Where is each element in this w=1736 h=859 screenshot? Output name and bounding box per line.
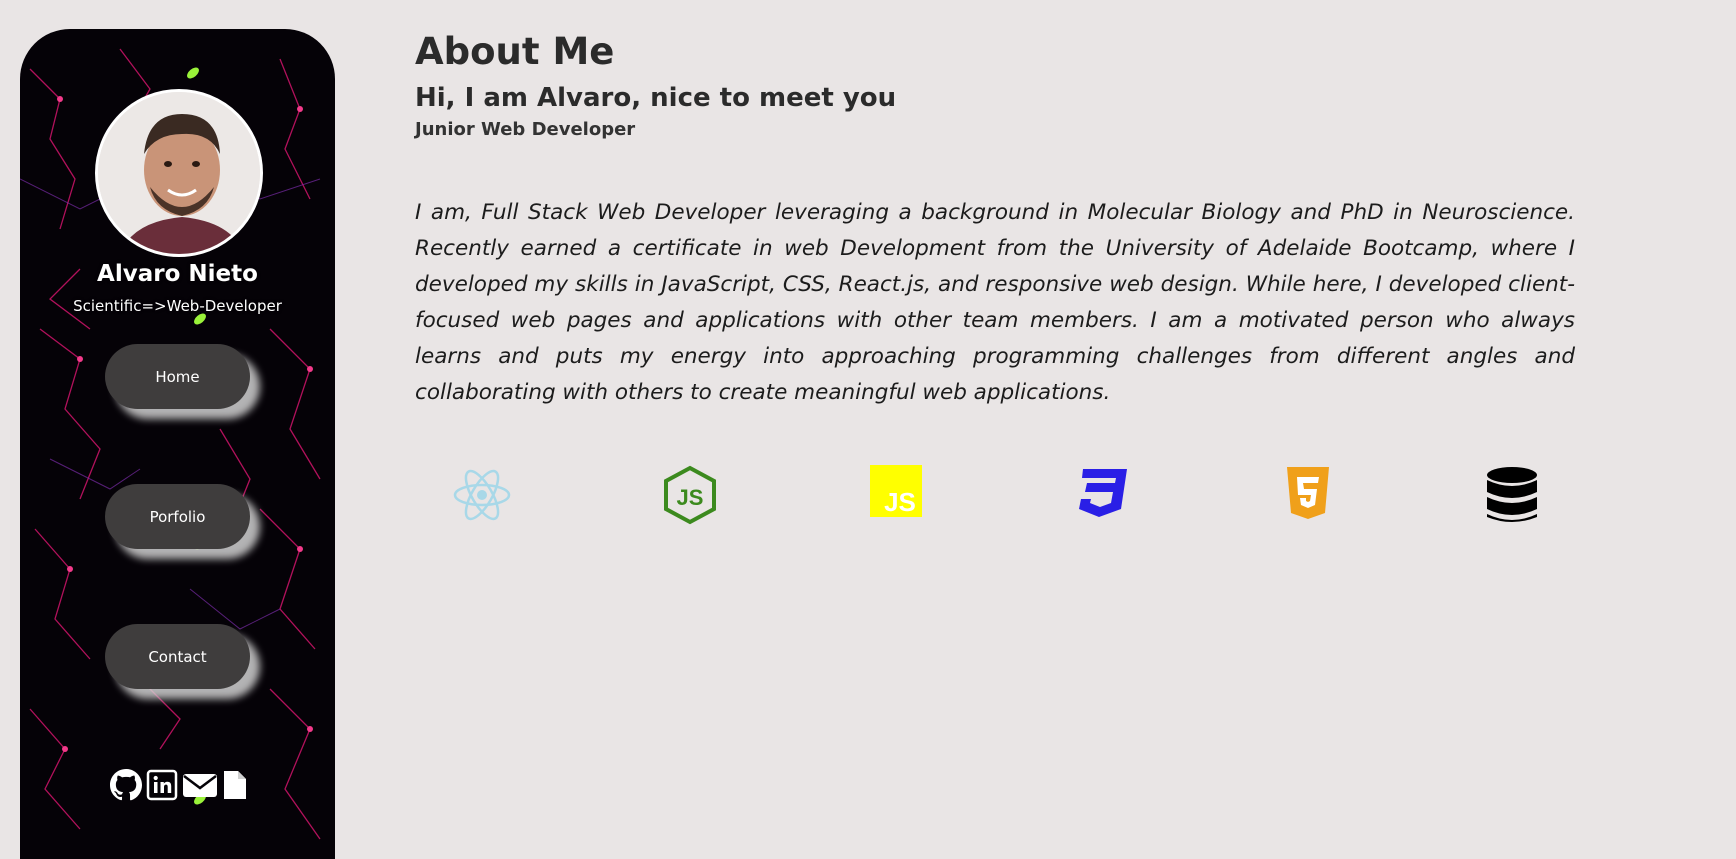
- bio-paragraph: I am, Full Stack Web Developer leveragin…: [415, 200, 1575, 405]
- nav-portfolio-button[interactable]: Porfolio: [105, 484, 250, 549]
- svg-text:JS: JS: [677, 485, 704, 510]
- github-icon[interactable]: [110, 769, 143, 805]
- database-icon: [1485, 465, 1539, 529]
- nodejs-icon: JS: [662, 465, 718, 529]
- css3-icon: [1075, 465, 1131, 525]
- profile-tagline: Scientific=>Web-Developer: [73, 297, 282, 315]
- sidebar: Alvaro Nieto Scientific=>Web-Developer H…: [20, 29, 335, 859]
- social-links: [110, 769, 248, 805]
- role-subtitle: Junior Web Developer: [415, 119, 636, 140]
- avatar: [95, 89, 263, 257]
- javascript-icon: JS: [870, 465, 922, 521]
- email-icon[interactable]: [182, 769, 218, 805]
- svg-text:JS: JS: [884, 487, 916, 517]
- html5-icon: [1285, 465, 1331, 525]
- linkedin-icon[interactable]: [146, 769, 178, 805]
- document-icon[interactable]: [222, 769, 248, 805]
- greeting-heading: Hi, I am Alvaro, nice to meet you: [415, 83, 897, 113]
- react-icon: [452, 465, 512, 529]
- page-title: About Me: [415, 30, 615, 73]
- about-section: About Me Hi, I am Alvaro, nice to meet y…: [415, 30, 1575, 411]
- nav-contact-button[interactable]: Contact: [105, 624, 250, 689]
- nav-home-button[interactable]: Home: [105, 344, 250, 409]
- tech-icons: JS JS: [415, 465, 1575, 525]
- profile-name: Alvaro Nieto: [97, 261, 258, 287]
